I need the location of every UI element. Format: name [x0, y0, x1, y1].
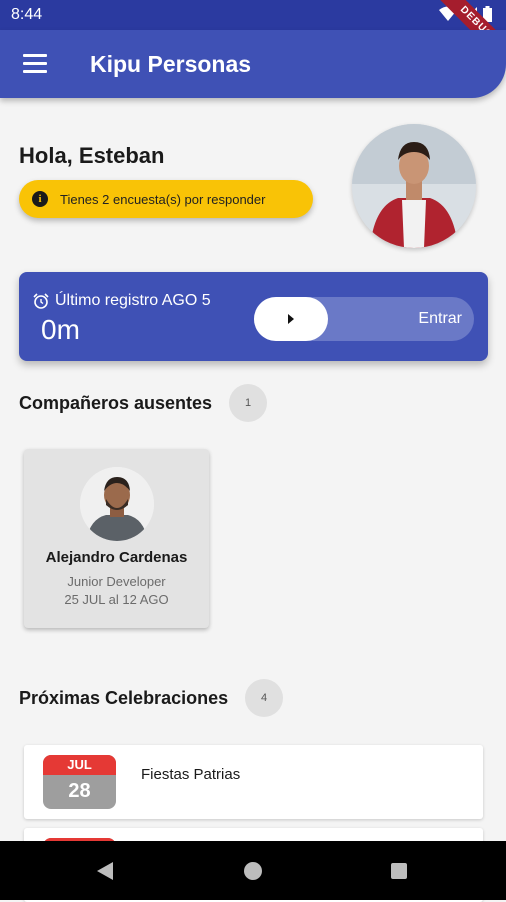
status-time: 8:44: [11, 6, 43, 23]
clock-in-card: Último registro AGO 5 0m Entrar: [19, 272, 488, 361]
back-icon[interactable]: [97, 862, 113, 880]
survey-badge-label: Tienes 2 encuesta(s) por responder: [60, 191, 266, 207]
celebrations-count-badge: 4: [245, 679, 283, 717]
hamburger-icon[interactable]: [23, 54, 47, 74]
profile-photo: [352, 124, 476, 248]
absent-person-dates: 25 JUL al 12 AGO: [64, 592, 169, 607]
info-icon: i: [32, 191, 48, 207]
absent-person-avatar: [80, 467, 154, 541]
calendar-icon: JUL 28: [43, 755, 116, 809]
slider-knob[interactable]: [254, 297, 328, 341]
survey-badge[interactable]: i Tienes 2 encuesta(s) por responder: [19, 180, 313, 218]
app-title: Kipu Personas: [90, 51, 252, 77]
celebrations-section-title: Próximas Celebraciones: [19, 688, 229, 708]
calendar-day: 28: [68, 780, 91, 802]
recent-apps-icon[interactable]: [391, 863, 407, 879]
absent-person-photo: [80, 467, 154, 541]
greeting-text: Hola, Esteban: [19, 143, 165, 168]
system-nav-bar: [0, 841, 506, 900]
absent-person-role: Junior Developer: [67, 574, 166, 589]
clock-in-slider[interactable]: Entrar: [254, 297, 474, 341]
home-icon[interactable]: [244, 862, 262, 880]
celebration-card[interactable]: JUL 28 Fiestas Patrias: [24, 745, 483, 819]
profile-avatar[interactable]: [352, 124, 476, 248]
app-bar: Kipu Personas: [0, 30, 506, 98]
last-record-label: Último registro AGO 5: [55, 292, 211, 309]
play-arrow-icon: [288, 314, 294, 324]
calendar-month: JUL: [43, 755, 116, 775]
absent-person-card[interactable]: Alejandro Cardenas Junior Developer 25 J…: [24, 449, 209, 628]
absent-count-badge: 1: [229, 384, 267, 422]
absent-section-title: Compañeros ausentes: [19, 393, 213, 413]
last-record-row: Último registro AGO 5: [33, 292, 211, 310]
status-bar: 8:44 DEBUG: [0, 0, 506, 30]
absent-person-name: Alejandro Cardenas: [45, 549, 188, 566]
celebration-name: Fiestas Patrias: [141, 766, 241, 783]
alarm-clock-icon: [33, 293, 49, 309]
elapsed-time: 0m: [41, 314, 80, 345]
slider-label: Entrar: [418, 310, 462, 327]
